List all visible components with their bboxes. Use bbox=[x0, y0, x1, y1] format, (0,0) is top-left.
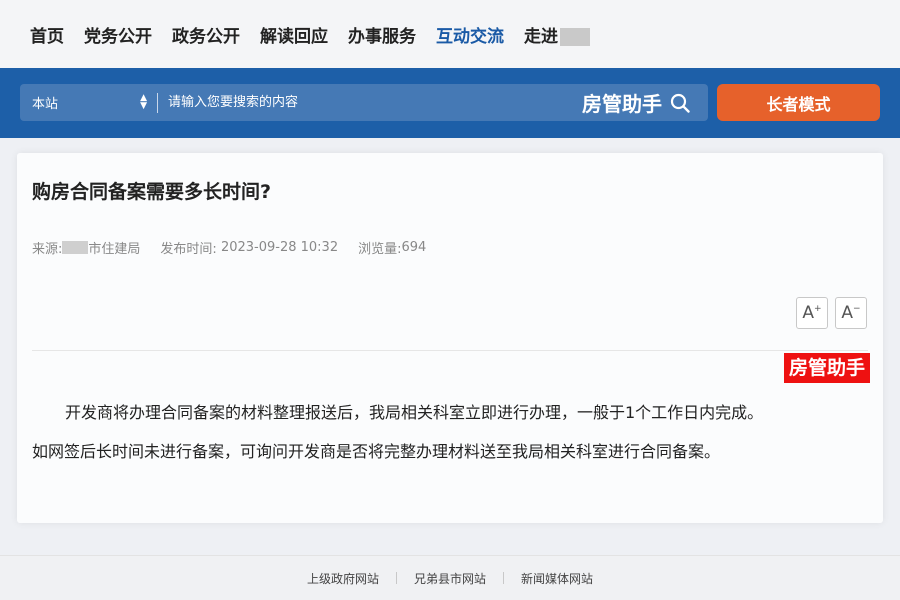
article-title: 购房合同备案需要多长时间? bbox=[32, 181, 272, 203]
footer-link-superior-gov[interactable]: 上级政府网站 bbox=[290, 570, 396, 587]
nav-item-about[interactable]: 走进 bbox=[524, 22, 590, 47]
redacted-block bbox=[560, 27, 590, 46]
search-button[interactable]: 房管助手 bbox=[582, 88, 708, 117]
search-scope-label: 本站 bbox=[32, 97, 59, 112]
article-meta: 来源: 市住建局 发布时间: 2023-09-28 10:32 浏览量: 694 bbox=[32, 238, 426, 257]
font-size-controls: A + A − bbox=[789, 297, 867, 329]
search-bar: 本站 ▲▼ 房管助手 长者模式 bbox=[0, 68, 900, 138]
brand-label: 房管助手 bbox=[582, 92, 662, 116]
top-navigation: 首页 党务公开 政务公开 解读回应 办事服务 互动交流 走进 bbox=[0, 0, 900, 68]
article-body: 开发商将办理合同备案的材料整理报送后，我局相关科室立即进行办理，一般于1个工作日… bbox=[32, 393, 872, 471]
updown-chevron-icon: ▲ ▼ bbox=[140, 93, 147, 111]
paragraph: 如网签后长时间未进行备案，可询问开发商是否将完整办理材料送至我局相关科室进行合同… bbox=[32, 442, 721, 461]
article-card: 购房合同备案需要多长时间? 来源: 市住建局 发布时间: 2023-09-28 … bbox=[17, 153, 883, 523]
source-value: 市住建局 bbox=[88, 242, 141, 257]
footer: 上级政府网站 兄弟县市网站 新闻媒体网站 bbox=[0, 555, 900, 600]
footer-link-sibling-counties[interactable]: 兄弟县市网站 bbox=[397, 570, 503, 587]
watermark-stamp: 房管助手 bbox=[783, 353, 870, 383]
publish-time: 2023-09-28 10:32 bbox=[220, 240, 339, 255]
nav-item-home[interactable]: 首页 bbox=[30, 22, 64, 47]
source-label: 来源: bbox=[32, 242, 63, 257]
font-increase-label: A bbox=[802, 303, 815, 323]
views-count: 694 bbox=[401, 240, 427, 255]
views-label: 浏览量: bbox=[358, 242, 402, 257]
search-box: 本站 ▲▼ 房管助手 bbox=[20, 84, 708, 121]
paragraph: 开发商将办理合同备案的材料整理报送后，我局相关科室立即进行办理，一般于1个工作日… bbox=[65, 403, 764, 422]
nav-item-government-affairs[interactable]: 政务公开 bbox=[172, 22, 240, 47]
search-input[interactable] bbox=[158, 84, 582, 121]
font-decrease-button[interactable]: A − bbox=[835, 297, 867, 329]
search-scope-select[interactable]: 本站 ▲ ▼ bbox=[20, 84, 157, 121]
nav-item-about-label: 走进 bbox=[524, 26, 558, 47]
nav-item-party-affairs[interactable]: 党务公开 bbox=[84, 22, 152, 47]
search-icon bbox=[670, 93, 690, 113]
footer-link-news-media[interactable]: 新闻媒体网站 bbox=[504, 570, 610, 587]
nav-item-services[interactable]: 办事服务 bbox=[348, 22, 416, 47]
elder-mode-button[interactable]: 长者模式 bbox=[717, 84, 880, 121]
publish-label: 发布时间: bbox=[160, 242, 217, 257]
nav-item-interaction[interactable]: 互动交流 bbox=[436, 22, 504, 47]
font-decrease-label: A bbox=[841, 303, 854, 323]
divider bbox=[32, 350, 868, 351]
font-increase-sup: + bbox=[814, 304, 822, 314]
redacted-block bbox=[62, 241, 89, 254]
font-decrease-sup: − bbox=[853, 304, 861, 314]
nav-item-interpretation[interactable]: 解读回应 bbox=[260, 22, 328, 47]
font-increase-button[interactable]: A + bbox=[796, 297, 828, 329]
